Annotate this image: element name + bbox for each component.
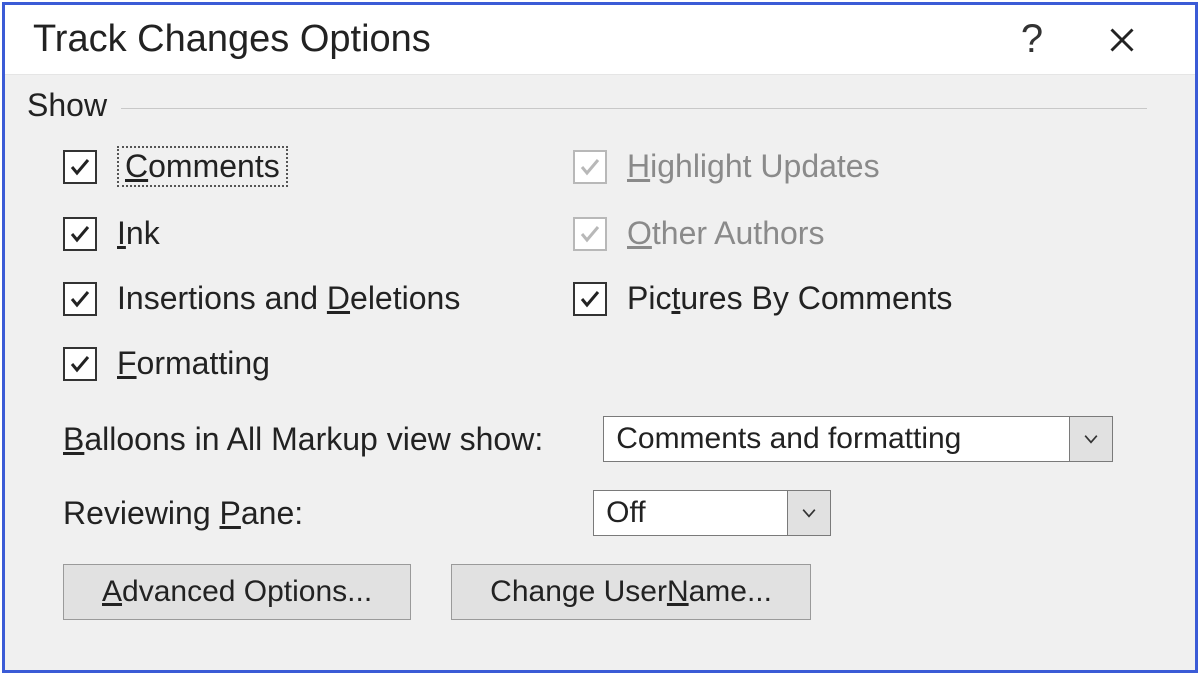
checkbox-insertions-row[interactable]: Insertions and Deletions	[63, 280, 573, 317]
pane-label: Reviewing Pane:	[63, 495, 303, 532]
checkbox-other-row: Other Authors	[573, 215, 1147, 252]
checkbox-comments[interactable]	[63, 150, 97, 184]
checkmark-icon	[578, 287, 602, 311]
button-row: Advanced Options... Change User Name...	[63, 564, 1147, 620]
checkmark-icon	[68, 155, 92, 179]
dialog-title: Track Changes Options	[33, 18, 987, 61]
checkbox-formatting-row[interactable]: Formatting	[63, 345, 573, 382]
balloons-dropdown-button[interactable]	[1069, 416, 1113, 462]
checkbox-other-label: Other Authors	[627, 215, 824, 252]
checkmark-icon	[68, 352, 92, 376]
checkmark-icon	[68, 222, 92, 246]
close-button[interactable]	[1077, 10, 1167, 70]
checkbox-ink-row[interactable]: Ink	[63, 215, 573, 252]
checkbox-comments-label: Comments	[117, 146, 288, 187]
group-show-label: Show	[27, 87, 107, 124]
balloons-label: Balloons in All Markup view show:	[63, 421, 543, 458]
chevron-down-icon	[1081, 429, 1101, 449]
help-button[interactable]: ?	[987, 10, 1077, 70]
checkbox-insertions-label: Insertions and Deletions	[117, 280, 460, 317]
checkbox-ink[interactable]	[63, 217, 97, 251]
group-divider	[121, 108, 1147, 109]
balloons-row: Balloons in All Markup view show: Commen…	[63, 416, 1147, 462]
checkbox-formatting[interactable]	[63, 347, 97, 381]
change-user-name-button[interactable]: Change User Name...	[451, 564, 811, 620]
checkbox-pictures-row[interactable]: Pictures By Comments	[573, 280, 1147, 317]
checkbox-insertions[interactable]	[63, 282, 97, 316]
checkmark-icon	[578, 155, 602, 179]
pane-row: Reviewing Pane: Off	[63, 490, 1147, 536]
close-icon	[1108, 26, 1136, 54]
checkmark-icon	[68, 287, 92, 311]
advanced-options-button[interactable]: Advanced Options...	[63, 564, 411, 620]
checkmark-icon	[578, 222, 602, 246]
checkbox-ink-label: Ink	[117, 215, 160, 252]
checkbox-comments-row[interactable]: Comments	[63, 146, 573, 187]
checkbox-pictures-label: Pictures By Comments	[627, 280, 952, 317]
dialog-content: Show Comments Highlight Updates	[5, 75, 1195, 640]
pane-dropdown-button[interactable]	[787, 490, 831, 536]
chevron-down-icon	[799, 503, 819, 523]
balloons-value[interactable]: Comments and formatting	[603, 416, 1069, 462]
checkbox-other	[573, 217, 607, 251]
checkbox-highlight-row: Highlight Updates	[573, 146, 1147, 187]
checkbox-formatting-label: Formatting	[117, 345, 270, 382]
track-changes-dialog: Track Changes Options ? Show Comments	[2, 2, 1198, 673]
checkbox-highlight-label: Highlight Updates	[627, 148, 880, 185]
pane-dropdown[interactable]: Off	[593, 490, 831, 536]
group-show-header: Show	[27, 87, 1147, 124]
checkbox-pictures[interactable]	[573, 282, 607, 316]
pane-value[interactable]: Off	[593, 490, 787, 536]
checkbox-grid: Comments Highlight Updates Ink Other	[63, 146, 1147, 382]
checkbox-highlight	[573, 150, 607, 184]
balloons-dropdown[interactable]: Comments and formatting	[603, 416, 1113, 462]
titlebar: Track Changes Options ?	[5, 5, 1195, 75]
